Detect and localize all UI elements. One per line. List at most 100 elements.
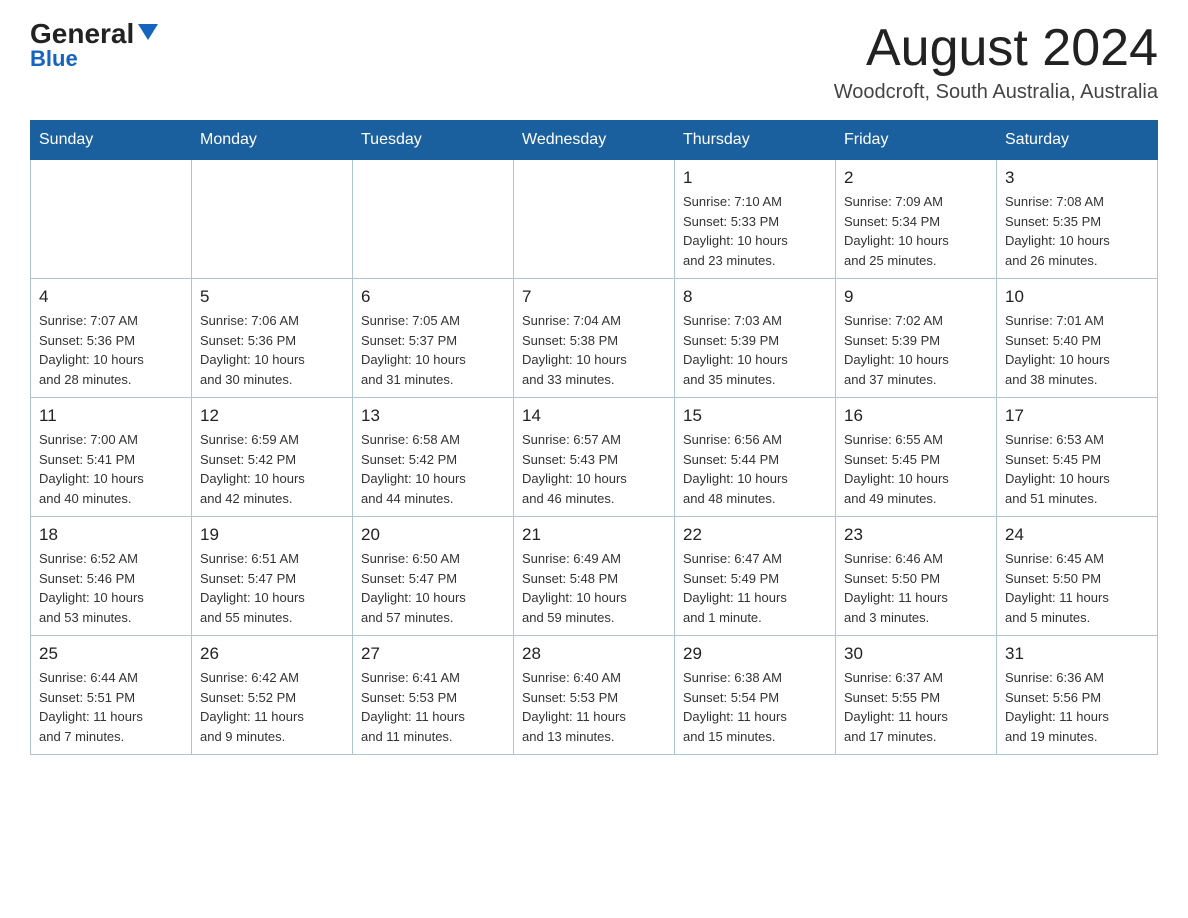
calendar-week-row: 11 Sunrise: 7:00 AM Sunset: 5:41 PM Dayli… [31, 398, 1158, 517]
day-number: 1 [683, 168, 827, 188]
day-info: Sunrise: 6:44 AM Sunset: 5:51 PM Dayligh… [39, 668, 183, 746]
calendar-day-header: Monday [192, 121, 353, 160]
day-info: Sunrise: 6:47 AM Sunset: 5:49 PM Dayligh… [683, 549, 827, 627]
calendar-cell: 4 Sunrise: 7:07 AM Sunset: 5:36 PM Daylig… [31, 279, 192, 398]
day-number: 14 [522, 406, 666, 426]
page-title: August 2024 [834, 20, 1158, 77]
calendar-cell: 3Sunrise: 7:08 AM Sunset: 5:35 PM Daylig… [997, 160, 1158, 279]
calendar-cell: 30 Sunrise: 6:37 AM Sunset: 5:55 PM Dayli… [836, 636, 997, 755]
calendar-cell: 8 Sunrise: 7:03 AM Sunset: 5:39 PM Daylig… [675, 279, 836, 398]
day-number: 28 [522, 644, 666, 664]
calendar-cell: 21Sunrise: 6:49 AM Sunset: 5:48 PM Dayli… [514, 517, 675, 636]
calendar-cell: 15 Sunrise: 6:56 AM Sunset: 5:44 PM Dayli… [675, 398, 836, 517]
calendar-day-header: Thursday [675, 121, 836, 160]
day-info: Sunrise: 6:37 AM Sunset: 5:55 PM Dayligh… [844, 668, 988, 746]
calendar-day-header: Friday [836, 121, 997, 160]
day-info: Sunrise: 6:52 AM Sunset: 5:46 PM Dayligh… [39, 549, 183, 627]
day-info: Sunrise: 6:56 AM Sunset: 5:44 PM Dayligh… [683, 430, 827, 508]
day-info: Sunrise: 6:50 AM Sunset: 5:47 PM Dayligh… [361, 549, 505, 627]
day-number: 16 [844, 406, 988, 426]
subtitle: Woodcroft, South Australia, Australia [834, 81, 1158, 104]
calendar-header-row: SundayMondayTuesdayWednesdayThursdayFrid… [31, 121, 1158, 160]
day-number: 29 [683, 644, 827, 664]
calendar-cell: 1 Sunrise: 7:10 AM Sunset: 5:33 PM Daylig… [675, 160, 836, 279]
day-info: Sunrise: 6:36 AM Sunset: 5:56 PM Dayligh… [1005, 668, 1149, 746]
calendar-cell: 18 Sunrise: 6:52 AM Sunset: 5:46 PM Dayli… [31, 517, 192, 636]
day-info: Sunrise: 7:10 AM Sunset: 5:33 PM Dayligh… [683, 192, 827, 270]
calendar-cell: 19 Sunrise: 6:51 AM Sunset: 5:47 PM Dayli… [192, 517, 353, 636]
calendar-cell: 6Sunrise: 7:05 AM Sunset: 5:37 PM Daylig… [353, 279, 514, 398]
day-number: 8 [683, 287, 827, 307]
day-number: 4 [39, 287, 183, 307]
day-info: Sunrise: 7:04 AM Sunset: 5:38 PM Dayligh… [522, 311, 666, 389]
calendar-day-header: Saturday [997, 121, 1158, 160]
day-info: Sunrise: 7:00 AM Sunset: 5:41 PM Dayligh… [39, 430, 183, 508]
calendar-cell: 9Sunrise: 7:02 AM Sunset: 5:39 PM Daylig… [836, 279, 997, 398]
day-number: 18 [39, 525, 183, 545]
day-info: Sunrise: 6:51 AM Sunset: 5:47 PM Dayligh… [200, 549, 344, 627]
calendar-week-row: 1 Sunrise: 7:10 AM Sunset: 5:33 PM Daylig… [31, 160, 1158, 279]
calendar-cell: 24 Sunrise: 6:45 AM Sunset: 5:50 PM Dayli… [997, 517, 1158, 636]
logo-sub: Blue [30, 46, 78, 72]
day-number: 22 [683, 525, 827, 545]
calendar-cell: 26Sunrise: 6:42 AM Sunset: 5:52 PM Dayli… [192, 636, 353, 755]
logo-main: General [30, 20, 158, 48]
day-info: Sunrise: 6:45 AM Sunset: 5:50 PM Dayligh… [1005, 549, 1149, 627]
day-info: Sunrise: 6:55 AM Sunset: 5:45 PM Dayligh… [844, 430, 988, 508]
day-info: Sunrise: 7:06 AM Sunset: 5:36 PM Dayligh… [200, 311, 344, 389]
day-info: Sunrise: 6:46 AM Sunset: 5:50 PM Dayligh… [844, 549, 988, 627]
day-info: Sunrise: 7:08 AM Sunset: 5:35 PM Dayligh… [1005, 192, 1149, 270]
day-number: 10 [1005, 287, 1149, 307]
day-info: Sunrise: 7:09 AM Sunset: 5:34 PM Dayligh… [844, 192, 988, 270]
calendar-cell: 16 Sunrise: 6:55 AM Sunset: 5:45 PM Dayli… [836, 398, 997, 517]
day-info: Sunrise: 6:38 AM Sunset: 5:54 PM Dayligh… [683, 668, 827, 746]
calendar-cell [192, 160, 353, 279]
day-number: 19 [200, 525, 344, 545]
logo-triangle-icon [138, 24, 158, 40]
calendar-week-row: 18 Sunrise: 6:52 AM Sunset: 5:46 PM Dayli… [31, 517, 1158, 636]
calendar-cell: 31 Sunrise: 6:36 AM Sunset: 5:56 PM Dayli… [997, 636, 1158, 755]
calendar-cell: 22 Sunrise: 6:47 AM Sunset: 5:49 PM Dayli… [675, 517, 836, 636]
day-number: 24 [1005, 525, 1149, 545]
calendar-week-row: 25 Sunrise: 6:44 AM Sunset: 5:51 PM Dayli… [31, 636, 1158, 755]
calendar-day-header: Wednesday [514, 121, 675, 160]
day-number: 23 [844, 525, 988, 545]
calendar-cell: 20 Sunrise: 6:50 AM Sunset: 5:47 PM Dayli… [353, 517, 514, 636]
day-number: 5 [200, 287, 344, 307]
day-number: 2 [844, 168, 988, 188]
day-info: Sunrise: 6:40 AM Sunset: 5:53 PM Dayligh… [522, 668, 666, 746]
calendar-cell [31, 160, 192, 279]
calendar-cell: 13 Sunrise: 6:58 AM Sunset: 5:42 PM Dayli… [353, 398, 514, 517]
day-number: 11 [39, 406, 183, 426]
day-number: 21 [522, 525, 666, 545]
day-info: Sunrise: 7:01 AM Sunset: 5:40 PM Dayligh… [1005, 311, 1149, 389]
calendar-cell: 27Sunrise: 6:41 AM Sunset: 5:53 PM Dayli… [353, 636, 514, 755]
calendar-cell: 25 Sunrise: 6:44 AM Sunset: 5:51 PM Dayli… [31, 636, 192, 755]
page-header: General Blue August 2024 Woodcroft, Sout… [30, 20, 1158, 104]
calendar-cell: 23 Sunrise: 6:46 AM Sunset: 5:50 PM Dayli… [836, 517, 997, 636]
logo: General Blue [30, 20, 158, 72]
calendar-cell [353, 160, 514, 279]
day-number: 25 [39, 644, 183, 664]
day-number: 15 [683, 406, 827, 426]
day-number: 7 [522, 287, 666, 307]
day-number: 31 [1005, 644, 1149, 664]
calendar-cell [514, 160, 675, 279]
day-info: Sunrise: 6:42 AM Sunset: 5:52 PM Dayligh… [200, 668, 344, 746]
calendar-cell: 12Sunrise: 6:59 AM Sunset: 5:42 PM Dayli… [192, 398, 353, 517]
day-info: Sunrise: 6:57 AM Sunset: 5:43 PM Dayligh… [522, 430, 666, 508]
calendar-day-header: Tuesday [353, 121, 514, 160]
day-info: Sunrise: 7:03 AM Sunset: 5:39 PM Dayligh… [683, 311, 827, 389]
day-info: Sunrise: 6:58 AM Sunset: 5:42 PM Dayligh… [361, 430, 505, 508]
day-info: Sunrise: 7:07 AM Sunset: 5:36 PM Dayligh… [39, 311, 183, 389]
day-number: 9 [844, 287, 988, 307]
calendar-table: SundayMondayTuesdayWednesdayThursdayFrid… [30, 120, 1158, 755]
calendar-cell: 2 Sunrise: 7:09 AM Sunset: 5:34 PM Daylig… [836, 160, 997, 279]
calendar-cell: 17Sunrise: 6:53 AM Sunset: 5:45 PM Dayli… [997, 398, 1158, 517]
calendar-cell: 5 Sunrise: 7:06 AM Sunset: 5:36 PM Daylig… [192, 279, 353, 398]
calendar-day-header: Sunday [31, 121, 192, 160]
day-number: 12 [200, 406, 344, 426]
day-number: 13 [361, 406, 505, 426]
day-number: 30 [844, 644, 988, 664]
day-number: 20 [361, 525, 505, 545]
